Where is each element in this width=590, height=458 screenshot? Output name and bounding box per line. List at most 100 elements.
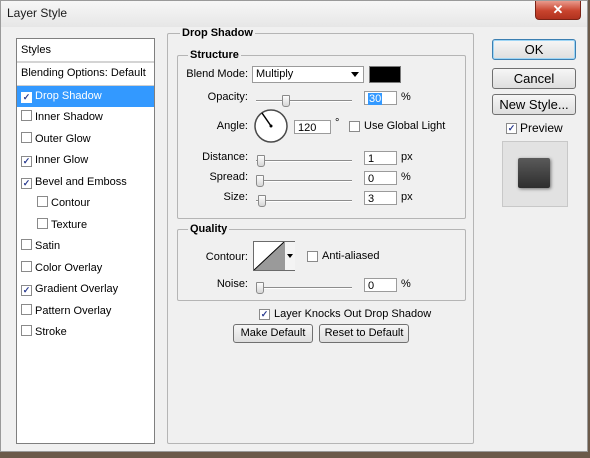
spread-label: Spread: [209, 171, 248, 183]
style-item-label: Contour [51, 197, 91, 209]
reset-to-default-button[interactable]: Reset to Default [319, 324, 409, 343]
preview-label: Preview [520, 121, 563, 135]
style-item-blending-options-default[interactable]: Blending Options: Default [17, 63, 154, 86]
distance-value: 1 [368, 153, 375, 165]
layer-knocks-out-label: Layer Knocks Out Drop Shadow [274, 308, 432, 320]
use-global-light-checkbox[interactable] [349, 121, 360, 132]
style-checkbox[interactable]: ✓ [21, 285, 32, 296]
opacity-slider[interactable] [256, 95, 352, 107]
size-value: 3 [368, 193, 375, 205]
style-item-label: Outer Glow [35, 132, 91, 145]
noise-slider[interactable] [256, 282, 352, 294]
style-checkbox[interactable] [37, 217, 48, 229]
anti-aliased-label: Anti-aliased [322, 250, 380, 262]
close-icon[interactable]: ✕ [535, 1, 581, 20]
blend-mode-select[interactable]: Multiply [252, 66, 364, 83]
style-item-label: Inner Glow [35, 154, 89, 166]
ok-button[interactable]: OK [492, 39, 576, 60]
style-item-bevel-and-emboss[interactable]: ✓ Bevel and Emboss [17, 172, 154, 194]
size-input[interactable]: 3 [364, 191, 397, 205]
new-style-button[interactable]: New Style... [492, 94, 576, 115]
blend-mode-value: Multiply [256, 68, 294, 80]
preview-thumbnail [502, 141, 568, 207]
opacity-value: 30 [368, 93, 383, 105]
style-item-stroke[interactable]: Stroke [17, 322, 154, 344]
quality-group: Quality Contour: Anti-aliased Noise: 0 % [177, 223, 466, 301]
distance-label: Distance: [202, 151, 248, 163]
style-checkbox[interactable] [21, 303, 32, 315]
opacity-input[interactable]: 30 [364, 91, 397, 105]
noise-input[interactable]: 0 [364, 278, 397, 292]
style-item-texture[interactable]: Texture [17, 215, 154, 237]
quality-title: Quality [188, 223, 230, 235]
angle-label: Angle: [216, 120, 248, 132]
styles-items: Blending Options: Default ✓ Drop Shadow Inn… [17, 63, 154, 344]
opacity-slider-thumb[interactable] [282, 95, 290, 107]
style-checkbox[interactable]: ✓ [21, 177, 32, 189]
structure-title: Structure [188, 49, 241, 61]
window-title: Layer Style [7, 6, 68, 20]
style-checkbox[interactable] [21, 110, 32, 121]
shadow-color-swatch[interactable] [369, 66, 401, 83]
distance-slider[interactable] [256, 155, 352, 167]
angle-unit: ° [335, 117, 340, 129]
style-item-outer-glow[interactable]: Outer Glow [17, 129, 154, 151]
style-item-label: Bevel and Emboss [35, 175, 127, 188]
layer-style-dialog: Layer Style ✕ Styles Blending Options: D… [0, 0, 588, 452]
opacity-label: Opacity: [207, 91, 248, 103]
size-slider[interactable] [256, 195, 352, 207]
make-default-button[interactable]: Make Default [233, 324, 313, 343]
opacity-unit: % [401, 91, 411, 103]
style-item-pattern-overlay[interactable]: Pattern Overlay [17, 301, 154, 323]
title-bar[interactable]: Layer Style ✕ [1, 1, 587, 27]
noise-slider-thumb[interactable] [256, 282, 264, 294]
style-item-label: Pattern Overlay [35, 304, 112, 317]
structure-group: Structure Blend Mode: Multiply Opacity: … [177, 49, 466, 219]
style-checkbox[interactable] [21, 131, 32, 143]
style-item-label: Drop Shadow [35, 89, 102, 102]
style-checkbox[interactable]: ✓ [21, 156, 32, 167]
chevron-down-icon [351, 72, 359, 77]
style-checkbox[interactable] [21, 325, 32, 336]
dialog-client: Styles Blending Options: Default ✓ Drop Sh… [8, 27, 582, 447]
style-checkbox[interactable] [37, 196, 48, 207]
style-item-label: Texture [51, 218, 88, 231]
spread-value: 0 [368, 173, 375, 185]
contour-linear-icon [254, 242, 284, 270]
noise-unit: % [401, 278, 411, 290]
preview-checkbox[interactable]: ✓ [506, 123, 517, 134]
style-item-drop-shadow[interactable]: ✓ Drop Shadow [17, 85, 154, 107]
angle-value: 120 [298, 122, 317, 134]
spread-slider-thumb[interactable] [256, 175, 264, 187]
size-unit: px [401, 191, 413, 203]
drop-shadow-panel: Drop Shadow Structure Blend Mode: Multip… [167, 27, 474, 444]
distance-slider-thumb[interactable] [257, 155, 265, 167]
style-item-label: Stroke [35, 326, 67, 338]
noise-value: 0 [368, 280, 375, 292]
style-item-inner-glow[interactable]: ✓ Inner Glow [17, 150, 154, 172]
styles-header[interactable]: Styles [17, 39, 154, 63]
angle-input[interactable]: 120 [294, 120, 331, 134]
style-item-color-overlay[interactable]: Color Overlay [17, 258, 154, 280]
layer-knocks-out-checkbox[interactable]: ✓ [259, 309, 270, 320]
angle-dial[interactable] [253, 108, 289, 144]
spread-input[interactable]: 0 [364, 171, 397, 185]
distance-input[interactable]: 1 [364, 151, 397, 165]
style-item-contour[interactable]: Contour [17, 193, 154, 215]
style-item-label: Gradient Overlay [35, 283, 119, 295]
style-checkbox[interactable] [21, 239, 32, 250]
noise-label: Noise: [216, 278, 248, 290]
spread-slider[interactable] [256, 175, 352, 187]
style-item-gradient-overlay[interactable]: ✓ Gradient Overlay [17, 279, 154, 301]
contour-picker[interactable] [253, 241, 295, 271]
style-checkbox[interactable]: ✓ [21, 91, 32, 103]
size-slider-thumb[interactable] [258, 195, 266, 207]
style-checkbox[interactable] [21, 260, 32, 272]
spread-unit: % [401, 171, 411, 183]
style-item-inner-shadow[interactable]: Inner Shadow [17, 107, 154, 129]
size-label: Size: [223, 191, 248, 203]
anti-aliased-checkbox[interactable] [307, 251, 318, 262]
cancel-button[interactable]: Cancel [492, 68, 576, 89]
contour-dropdown[interactable] [284, 242, 295, 270]
style-item-satin[interactable]: Satin [17, 236, 154, 258]
